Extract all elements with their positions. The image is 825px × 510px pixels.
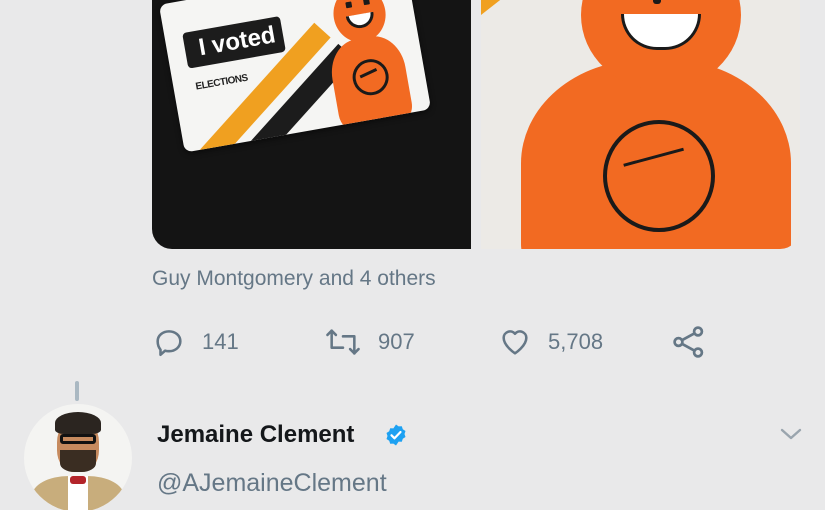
author-handle[interactable]: @AJemaineClement bbox=[157, 469, 387, 498]
share-button[interactable] bbox=[671, 322, 707, 362]
sticker-subtext: ELECTIONS bbox=[194, 72, 249, 93]
author-avatar[interactable] bbox=[24, 404, 132, 510]
like-count: 5,708 bbox=[548, 329, 604, 354]
tweet-media-grid: I voted ELECTIONS bbox=[152, 0, 800, 249]
sticker-text: I voted bbox=[182, 15, 287, 69]
reply-count: 141 bbox=[202, 329, 239, 354]
share-icon bbox=[671, 324, 707, 360]
likers-summary[interactable]: Guy Montgomery and 4 others bbox=[152, 267, 436, 291]
like-button[interactable]: 5,708 bbox=[498, 322, 603, 362]
orange-figure-large bbox=[511, 0, 800, 249]
i-voted-sticker: I voted ELECTIONS bbox=[158, 0, 432, 153]
author-name[interactable]: Jemaine Clement bbox=[157, 421, 354, 449]
retweet-icon bbox=[324, 325, 362, 359]
heart-icon bbox=[498, 325, 532, 359]
reply-button[interactable]: 141 bbox=[152, 322, 239, 362]
retweet-button[interactable]: 907 bbox=[324, 322, 415, 362]
retweet-count: 907 bbox=[378, 329, 415, 354]
tweet-action-bar: 141 907 5,708 bbox=[152, 322, 712, 362]
chevron-down-icon[interactable] bbox=[778, 424, 804, 449]
orange-figure-small bbox=[308, 0, 421, 134]
media-photo-i-voted[interactable]: I voted ELECTIONS bbox=[152, 0, 471, 249]
verified-badge-icon bbox=[384, 423, 408, 452]
reply-icon bbox=[152, 325, 186, 359]
thread-connector-line bbox=[75, 381, 79, 401]
media-photo-figure-closeup[interactable] bbox=[481, 0, 800, 249]
